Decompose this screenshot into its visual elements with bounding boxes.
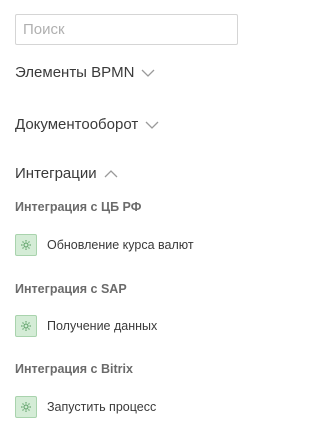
item-start-process[interactable]: Запустить процесс <box>15 396 156 418</box>
group-document-flow[interactable]: Документооборот <box>15 116 160 133</box>
integration-title-sap: Интеграция с SAP <box>15 282 127 296</box>
gear-icon <box>15 315 37 337</box>
group-integrations[interactable]: Интеграции <box>15 165 119 182</box>
group-bpmn[interactable]: Элементы BPMN <box>15 64 156 81</box>
gear-icon <box>15 234 37 256</box>
integration-title-cbr: Интеграция с ЦБ РФ <box>15 200 142 214</box>
search-input[interactable] <box>15 14 238 45</box>
chevron-down-icon <box>140 67 156 79</box>
integration-title-bitrix: Интеграция с Bitrix <box>15 362 133 376</box>
elements-panel: Элементы BPMN Документооборот Интеграции… <box>0 0 250 427</box>
group-label: Документооборот <box>15 116 139 133</box>
item-label: Получение данных <box>47 319 158 333</box>
item-get-data[interactable]: Получение данных <box>15 315 157 337</box>
group-label: Элементы BPMN <box>15 64 135 81</box>
item-label: Запустить процесс <box>47 400 157 414</box>
gear-icon <box>15 396 37 418</box>
item-update-currency-rates[interactable]: Обновление курса валют <box>15 234 194 256</box>
group-label: Интеграции <box>15 165 97 182</box>
chevron-down-icon <box>144 119 160 131</box>
item-label: Обновление курса валют <box>47 238 194 252</box>
chevron-up-icon <box>103 168 119 180</box>
